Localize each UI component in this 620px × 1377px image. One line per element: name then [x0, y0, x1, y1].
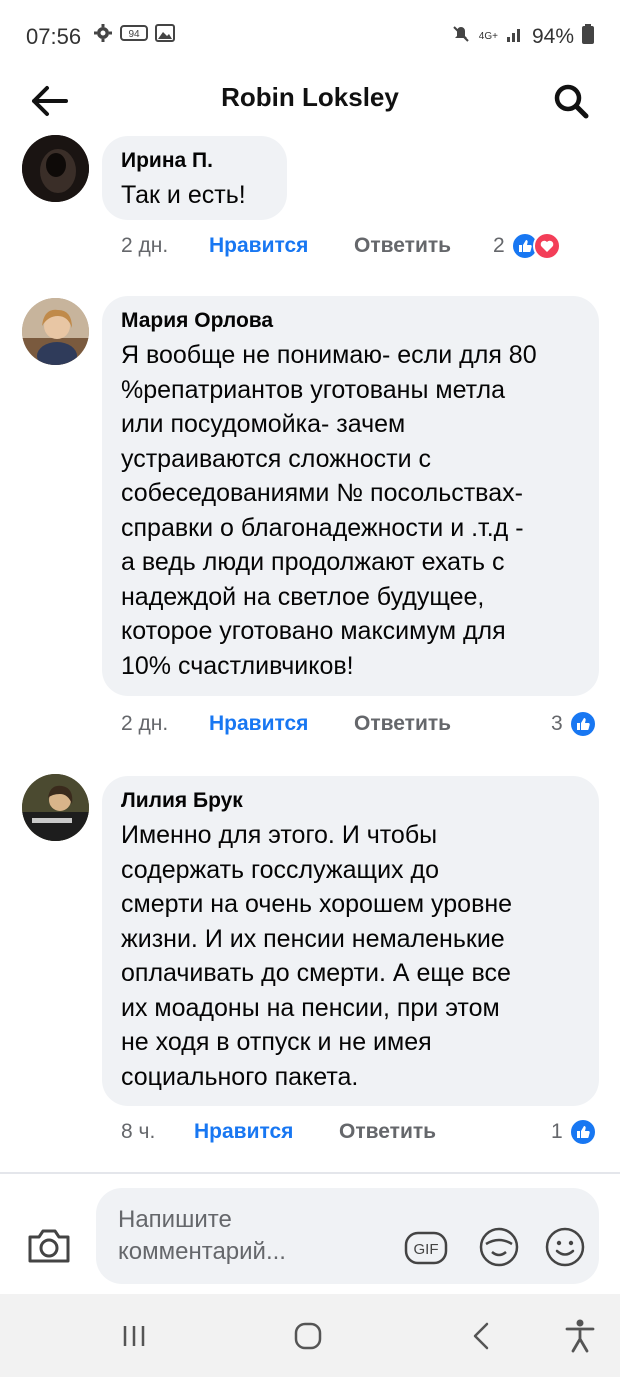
sticker-icon [479, 1227, 519, 1267]
comment-bubble: Мария Орлова Я вообще не понимаю- если д… [102, 296, 599, 696]
page-title: Robin Loksley [221, 82, 399, 112]
gif-icon: GIF [404, 1231, 448, 1265]
badge-94-icon: 94 [120, 22, 148, 44]
status-system-indicators: 4G+ 94% [451, 24, 594, 50]
like-button[interactable]: Нравится [209, 234, 308, 258]
reaction-count[interactable]: 1 [551, 1120, 563, 1144]
back-icon [473, 1322, 489, 1350]
comment-composer: Напишите комментарий... GIF [0, 1174, 620, 1292]
comment-time[interactable]: 2 дн. [121, 712, 168, 736]
reply-button[interactable]: Ответить [354, 712, 451, 736]
accessibility-icon [565, 1319, 595, 1353]
comment-author[interactable]: Ирина П. [121, 148, 268, 174]
avatar[interactable] [22, 135, 89, 202]
comment-actions: 8 ч. Нравится Ответить 1 [0, 1116, 620, 1148]
emoji-icon [545, 1227, 585, 1267]
avatar[interactable] [22, 298, 89, 365]
status-notification-icons: 94 [92, 22, 176, 44]
signal-icon [506, 25, 524, 49]
reaction-count[interactable]: 3 [551, 712, 563, 736]
badge-text: 94 [128, 29, 140, 40]
comment-time[interactable]: 2 дн. [121, 234, 168, 258]
recent-apps-icon [123, 1326, 145, 1346]
image-icon [154, 22, 176, 44]
app-header: Robin Loksley [0, 70, 620, 132]
comment-input-placeholder[interactable]: Напишите комментарий... [118, 1204, 348, 1268]
accessibility-button[interactable] [556, 1314, 604, 1358]
comment-bubble: Лилия Брук Именно для этого. И чтобы сод… [102, 776, 599, 1106]
reactions[interactable] [511, 232, 561, 260]
gif-button[interactable]: GIF [404, 1229, 448, 1267]
search-button[interactable] [548, 78, 594, 124]
comments-list: Ирина П. Так и есть! 2 дн. Нравится Отве… [0, 132, 620, 1172]
thumbs-up-icon [569, 710, 597, 738]
heart-icon [533, 232, 561, 260]
mute-icon [451, 24, 471, 50]
avatar[interactable] [22, 774, 89, 841]
nav-back-button[interactable] [458, 1314, 506, 1358]
comment-time[interactable]: 8 ч. [121, 1120, 155, 1144]
sticker-button[interactable] [476, 1224, 522, 1270]
status-bar: 07:56 94 4G+ 94% [0, 0, 620, 70]
comment-bubble: Ирина П. Так и есть! [102, 136, 287, 220]
reactions[interactable] [569, 710, 597, 738]
search-icon [554, 84, 589, 119]
network-type: 4G+ [478, 31, 498, 42]
comment-text: Так и есть! [121, 181, 246, 209]
home-button[interactable] [284, 1314, 332, 1358]
thumbs-up-icon [569, 1118, 597, 1146]
comment-input[interactable]: Напишите комментарий... GIF [96, 1188, 599, 1284]
comment-text: Именно для этого. И чтобы содержать госс… [121, 821, 513, 1091]
reactions[interactable] [569, 1118, 597, 1146]
system-navigation-bar [0, 1294, 620, 1377]
status-time: 07:56 [26, 24, 82, 49]
reaction-count[interactable]: 2 [493, 234, 505, 258]
comment-author[interactable]: Лилия Брук [121, 788, 580, 814]
like-button[interactable]: Нравится [194, 1120, 293, 1144]
comment-actions: 2 дн. Нравится Ответить 3 [0, 708, 620, 740]
like-button[interactable]: Нравится [209, 712, 308, 736]
reply-button[interactable]: Ответить [354, 234, 451, 258]
battery-icon [582, 24, 594, 50]
home-icon [294, 1322, 322, 1350]
reply-button[interactable]: Ответить [339, 1120, 436, 1144]
battery-percent: 94% [531, 25, 574, 48]
recent-apps-button[interactable] [110, 1314, 158, 1358]
settings-gear-icon [92, 22, 114, 44]
comment-actions: 2 дн. Нравится Ответить 2 [0, 230, 620, 262]
comment-author[interactable]: Мария Орлова [121, 308, 580, 334]
camera-button[interactable] [24, 1224, 74, 1268]
emoji-button[interactable] [542, 1224, 588, 1270]
camera-icon [28, 1229, 70, 1263]
gif-label: GIF [414, 1241, 439, 1258]
comment-text: Я вообще не понимаю- если для 80 %репатр… [121, 341, 537, 680]
